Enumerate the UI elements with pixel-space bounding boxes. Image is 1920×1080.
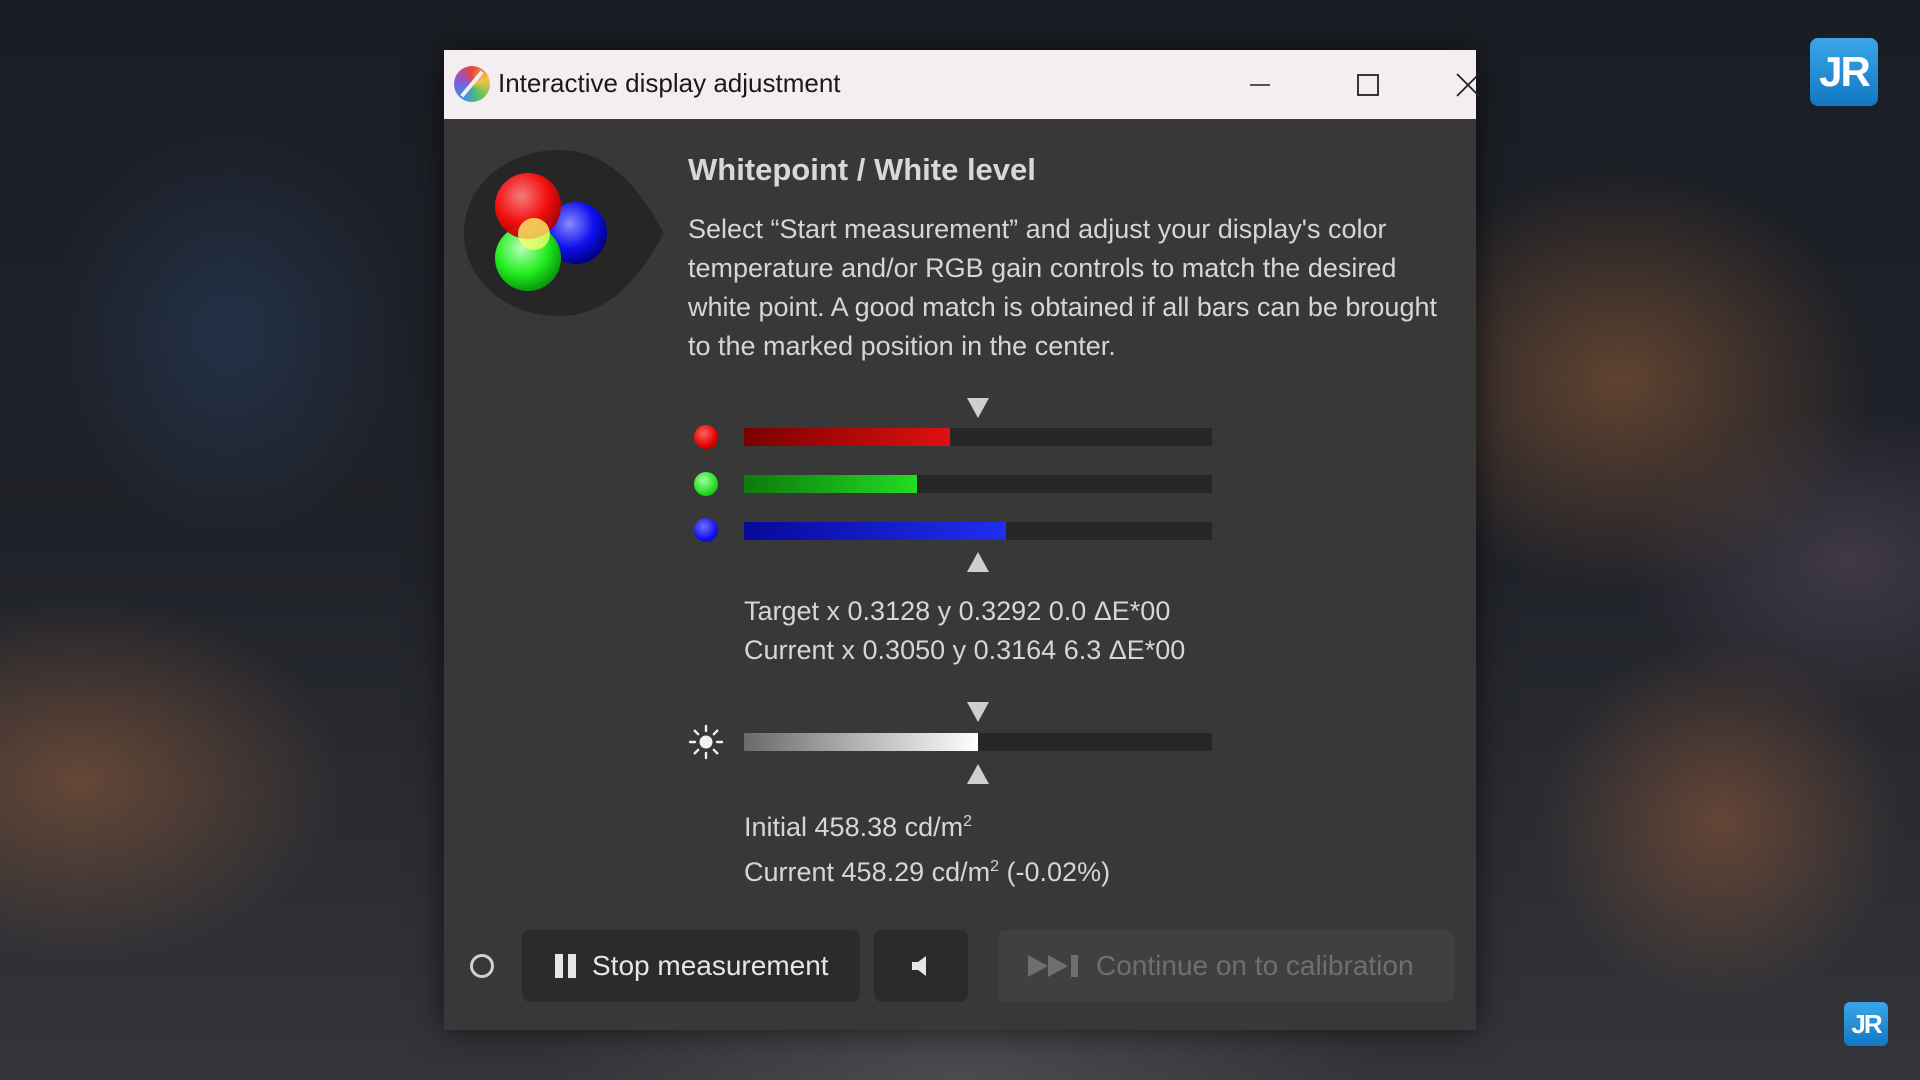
green-channel-fill — [744, 475, 918, 493]
minimize-button[interactable] — [1210, 50, 1310, 119]
initial-luminance-text: Initial 458.38 cd/m2 — [744, 812, 973, 842]
close-icon — [1456, 72, 1480, 97]
luminance-target-marker-top — [967, 702, 989, 722]
target-whitepoint-text: Target x 0.3128 y 0.3292 0.0 ΔE*00 — [744, 596, 1171, 626]
rgb-target-marker-top — [967, 398, 989, 418]
current-luminance-text: Current 458.29 cd/m2 (-0.02%) — [744, 857, 1111, 887]
continue-to-calibration-button[interactable]: Continue on to calibration — [998, 930, 1454, 1002]
rgb-circles-icon — [464, 150, 664, 316]
blue-channel-dot — [694, 518, 718, 542]
green-channel-bar — [744, 475, 1212, 493]
green-channel-dot — [694, 472, 718, 496]
speaker-icon — [912, 956, 926, 976]
jr-logo-top: JR — [1810, 38, 1878, 106]
red-channel-bar — [744, 428, 1212, 446]
red-channel-fill — [744, 428, 950, 446]
title-bar[interactable]: Interactive display adjustment — [444, 50, 1480, 119]
pause-icon — [555, 954, 576, 978]
measurement-indicator — [470, 954, 494, 978]
luminance-fill — [744, 733, 978, 751]
whitepoint-readout: Target x 0.3128 y 0.3292 0.0 ΔE*00 Curre… — [744, 592, 1185, 670]
current-whitepoint-text: Current x 0.3050 y 0.3164 6.3 ΔE*00 — [744, 635, 1186, 665]
red-channel-dot — [694, 425, 718, 449]
rgb-target-marker-bottom — [967, 552, 989, 572]
section-heading: Whitepoint / White level — [688, 152, 1036, 187]
jr-logo-bottom: JR — [1844, 1002, 1888, 1046]
sound-toggle-button[interactable] — [874, 930, 968, 1002]
minimize-icon — [1250, 83, 1270, 86]
luminance-bar — [744, 733, 1212, 751]
app-logo-icon — [454, 66, 490, 102]
maximize-button[interactable] — [1318, 50, 1418, 119]
interactive-display-adjustment-window: Interactive display adjustment Whitepoin… — [444, 50, 1480, 1030]
maximize-icon — [1357, 73, 1379, 96]
stop-measurement-label: Stop measurement — [592, 950, 829, 981]
skip-forward-icon — [1028, 955, 1078, 977]
continue-to-calibration-label: Continue on to calibration — [1096, 950, 1414, 981]
blue-channel-fill — [744, 522, 1007, 540]
luminance-readout: Initial 458.38 cd/m2 Current 458.29 cd/m… — [744, 802, 1110, 892]
close-button[interactable] — [1428, 50, 1508, 119]
stop-measurement-button[interactable]: Stop measurement — [522, 930, 860, 1002]
sun-icon — [688, 724, 724, 760]
blue-channel-bar — [744, 522, 1212, 540]
window-title: Interactive display adjustment — [498, 68, 841, 98]
instructions-text: Select “Start measurement” and adjust yo… — [688, 214, 1437, 361]
luminance-target-marker-bottom — [967, 764, 989, 784]
